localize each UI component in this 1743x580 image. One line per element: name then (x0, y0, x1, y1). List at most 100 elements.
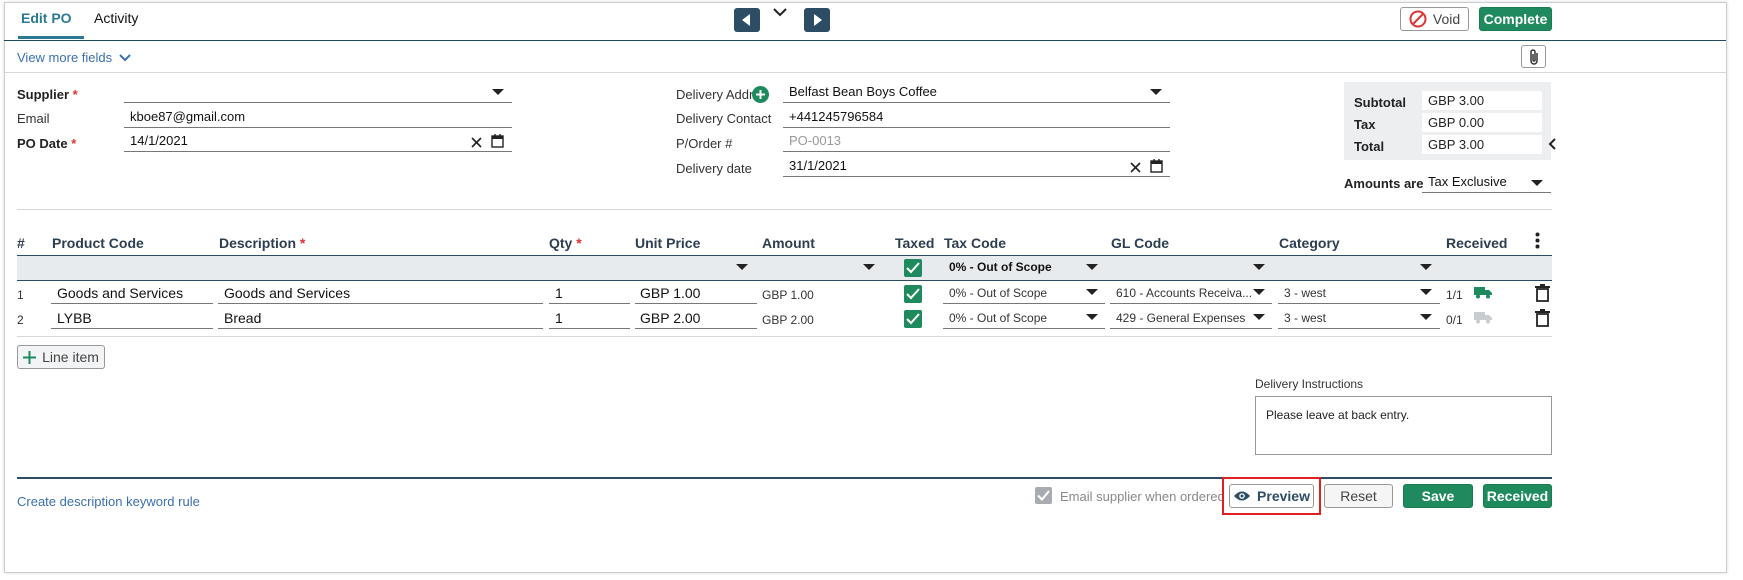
taxed-checkbox[interactable] (904, 310, 922, 328)
fields-divider (5, 72, 1726, 73)
field-underline (51, 303, 213, 304)
line-item-label: Line item (42, 349, 99, 365)
next-po-button[interactable] (804, 8, 830, 32)
received-button[interactable]: Received (1483, 484, 1552, 508)
truck-icon[interactable] (1474, 311, 1492, 327)
description-field[interactable]: Goods and Services (224, 285, 350, 301)
col-header-received[interactable]: Received (1446, 235, 1507, 251)
dropdown-arrow-icon[interactable] (1420, 264, 1432, 270)
delivery-date-field[interactable]: 31/1/2021 (783, 157, 1170, 177)
dropdown-arrow-icon[interactable] (1086, 264, 1098, 270)
dropdown-arrow-icon (1253, 289, 1265, 295)
po-date-field[interactable]: 14/1/2021 (124, 132, 512, 152)
field-underline (943, 303, 1105, 304)
col-header-taxed[interactable]: Taxed (895, 235, 934, 251)
field-underline (635, 303, 757, 304)
tab-activity[interactable]: Activity (94, 10, 138, 26)
taxed-all-checkbox[interactable] (904, 259, 922, 277)
field-underline (1278, 328, 1440, 329)
trash-icon[interactable] (1535, 309, 1550, 330)
field-underline (635, 328, 757, 329)
qty-field[interactable]: 1 (555, 310, 563, 326)
checkmark-icon (1037, 490, 1050, 501)
col-header-num: # (17, 235, 25, 251)
dropdown-arrow-icon[interactable] (1253, 264, 1265, 270)
calendar-icon[interactable] (1150, 159, 1163, 176)
category-select[interactable]: 3 - west (1284, 311, 1326, 325)
calendar-icon[interactable] (491, 134, 504, 151)
delivery-contact-field[interactable]: +441245796584 (783, 108, 1170, 128)
dropdown-arrow-icon[interactable] (863, 264, 875, 270)
dropdown-arrow-icon (1531, 180, 1543, 186)
collapse-panel-icon[interactable] (1548, 138, 1556, 153)
previous-po-button[interactable] (734, 8, 760, 32)
dropdown-arrow-icon (1420, 289, 1432, 295)
field-underline (1110, 303, 1272, 304)
unit-price-field[interactable]: GBP 2.00 (640, 310, 700, 326)
delivery-addr-select[interactable]: Belfast Bean Boys Coffee (783, 83, 1170, 103)
description-field[interactable]: Bread (224, 310, 261, 326)
view-more-label: View more fields (17, 50, 113, 65)
taxed-checkbox[interactable] (904, 285, 922, 303)
col-header-category[interactable]: Category (1279, 235, 1340, 251)
preview-button[interactable]: Preview (1229, 484, 1314, 508)
field-underline (1110, 328, 1272, 329)
save-button[interactable]: Save (1403, 484, 1473, 508)
field-underline (549, 328, 630, 329)
col-header-amount[interactable]: Amount (762, 235, 815, 251)
tax-code-select[interactable]: 0% - Out of Scope (949, 286, 1047, 300)
product-code-field[interactable]: LYBB (57, 310, 92, 326)
tax-code-select[interactable]: 0% - Out of Scope (949, 311, 1047, 325)
porder-field[interactable]: PO-0013 (783, 132, 1170, 152)
attachment-button[interactable] (1521, 45, 1546, 68)
qty-field[interactable]: 1 (555, 285, 563, 301)
gl-code-select[interactable]: 429 - General Expenses (1116, 311, 1245, 325)
col-header-qty[interactable]: Qty * (549, 235, 582, 251)
caret-left-icon (742, 14, 750, 26)
chevron-down-icon[interactable] (773, 6, 787, 21)
col-header-unit-price[interactable]: Unit Price (635, 235, 700, 251)
email-supplier-checkbox[interactable] (1035, 487, 1052, 504)
delivery-instructions-label: Delivery Instructions (1255, 377, 1364, 391)
dropdown-arrow-icon (1086, 314, 1098, 320)
delivery-instructions-textarea[interactable]: Please leave at back entry. (1255, 396, 1552, 455)
supplier-select[interactable] (124, 83, 512, 103)
unit-price-field[interactable]: GBP 1.00 (640, 285, 700, 301)
col-header-tax-code[interactable]: Tax Code (944, 235, 1006, 251)
reset-button[interactable]: Reset (1324, 484, 1393, 508)
bulk-tax-code-select[interactable]: 0% - Out of Scope (949, 260, 1052, 274)
col-header-gl-code[interactable]: GL Code (1111, 235, 1169, 251)
clear-icon[interactable] (1130, 161, 1141, 176)
subtotal-label: Subtotal (1354, 95, 1406, 110)
col-header-product-code[interactable]: Product Code (52, 235, 144, 251)
add-address-button[interactable] (752, 86, 769, 103)
subtotal-value: GBP 3.00 (1422, 91, 1542, 110)
product-code-field[interactable]: Goods and Services (57, 285, 183, 301)
prohibited-icon (1409, 10, 1427, 28)
trash-icon[interactable] (1535, 284, 1550, 305)
bulk-edit-row (17, 255, 1552, 281)
add-line-item-button[interactable]: Line item (17, 345, 105, 369)
row-number: 2 (17, 313, 24, 327)
checkmark-icon (906, 313, 920, 325)
field-underline (943, 328, 1105, 329)
email-field[interactable]: kboe87@gmail.com (124, 108, 512, 128)
void-button[interactable]: Void (1400, 7, 1469, 31)
complete-button[interactable]: Complete (1479, 7, 1552, 31)
amount-value: GBP 2.00 (762, 313, 814, 327)
paperclip-icon (1529, 48, 1538, 65)
category-select[interactable]: 3 - west (1284, 286, 1326, 300)
dropdown-arrow-icon[interactable] (736, 264, 748, 270)
delivery-addr-label: Delivery Addr (676, 87, 754, 102)
gl-code-select[interactable]: 610 - Accounts Receiva... (1116, 286, 1252, 300)
col-header-description[interactable]: Description * (219, 235, 305, 251)
porder-label: P/Order # (676, 136, 733, 151)
create-keyword-rule-link[interactable]: Create description keyword rule (17, 494, 200, 509)
clear-icon[interactable] (471, 136, 482, 151)
tab-edit-po[interactable]: Edit PO (21, 10, 72, 26)
dropdown-arrow-icon (1420, 314, 1432, 320)
more-options-icon[interactable] (1535, 232, 1540, 252)
tax-label: Tax (1354, 117, 1376, 132)
truck-icon[interactable] (1474, 286, 1492, 302)
view-more-fields-link[interactable]: View more fields (17, 50, 131, 65)
